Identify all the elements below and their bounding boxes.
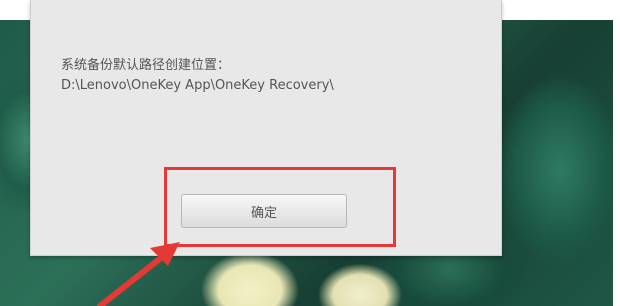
highlight-box [164,167,396,247]
dialog-message: 系统备份默认路径创建位置： D:\Lenovo\OneKey App\OneKe… [61,56,334,96]
dialog-message-path: D:\Lenovo\OneKey App\OneKey Recovery\ [61,78,334,93]
dialog-message-label: 系统备份默认路径创建位置： [61,58,231,73]
right-margin [613,0,620,306]
